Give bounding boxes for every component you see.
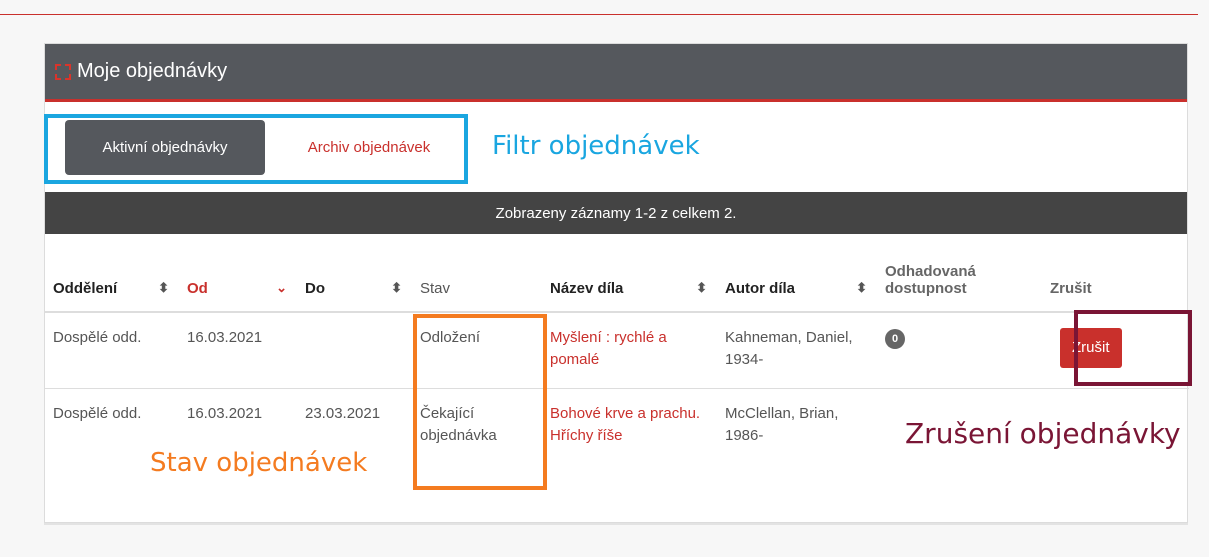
panel-header: Moje objednávky [45,44,1187,102]
sort-icon: ⬍ [158,280,169,295]
sort-icon: ⬍ [391,280,402,295]
column-header-to[interactable]: Do ⬍ [297,234,412,313]
column-header-author[interactable]: Autor díla ⬍ [717,234,877,313]
sort-icon: ⬍ [696,280,707,295]
column-header-department[interactable]: Oddělení ⬍ [45,234,179,313]
filter-highlight-box [44,114,468,184]
status-annotation: Stav objednávek [150,448,368,478]
top-divider [0,14,1198,15]
panel-title: Moje objednávky [77,60,228,82]
sort-desc-icon: ⌄ [276,280,287,295]
column-header-from[interactable]: Od ⌄ [179,234,297,313]
cancel-highlight-box [1074,310,1192,386]
table-row: Dospělé odd. 16.03.2021 Odložení Myšlení… [45,312,1189,389]
cell-availability: 0 [877,312,1042,389]
sort-icon: ⬍ [856,280,867,295]
dashed-square-icon [55,63,71,80]
status-highlight-box [413,314,547,490]
cell-author: Kahneman, Daniel, 1934- [717,312,877,389]
column-header-availability: Odhadovaná dostupnost [877,234,1042,313]
filter-annotation: Filtr objednávek [492,131,700,161]
table-header-row: Oddělení ⬍ Od ⌄ Do ⬍ Stav Název díla ⬍ Autor… [45,234,1189,313]
records-info-bar: Zobrazeny záznamy 1-2 z celkem 2. [45,192,1187,234]
column-header-status: Stav [412,234,542,313]
cell-department: Dospělé odd. [45,312,179,389]
column-header-title[interactable]: Název díla ⬍ [542,234,717,313]
cell-title-link[interactable]: Bohové krve a prachu. Hříchy říše [542,388,717,484]
column-header-cancel: Zrušit [1042,234,1189,313]
cell-from: 16.03.2021 [179,312,297,389]
cell-author: McClellan, Brian, 1986- [725,404,839,444]
availability-badge: 0 [885,329,905,349]
cell-title-link[interactable]: Myšlení : rychlé a pomalé [542,312,717,389]
cancel-annotation: Zrušení objednávky [905,417,1181,450]
cell-to [297,312,412,389]
